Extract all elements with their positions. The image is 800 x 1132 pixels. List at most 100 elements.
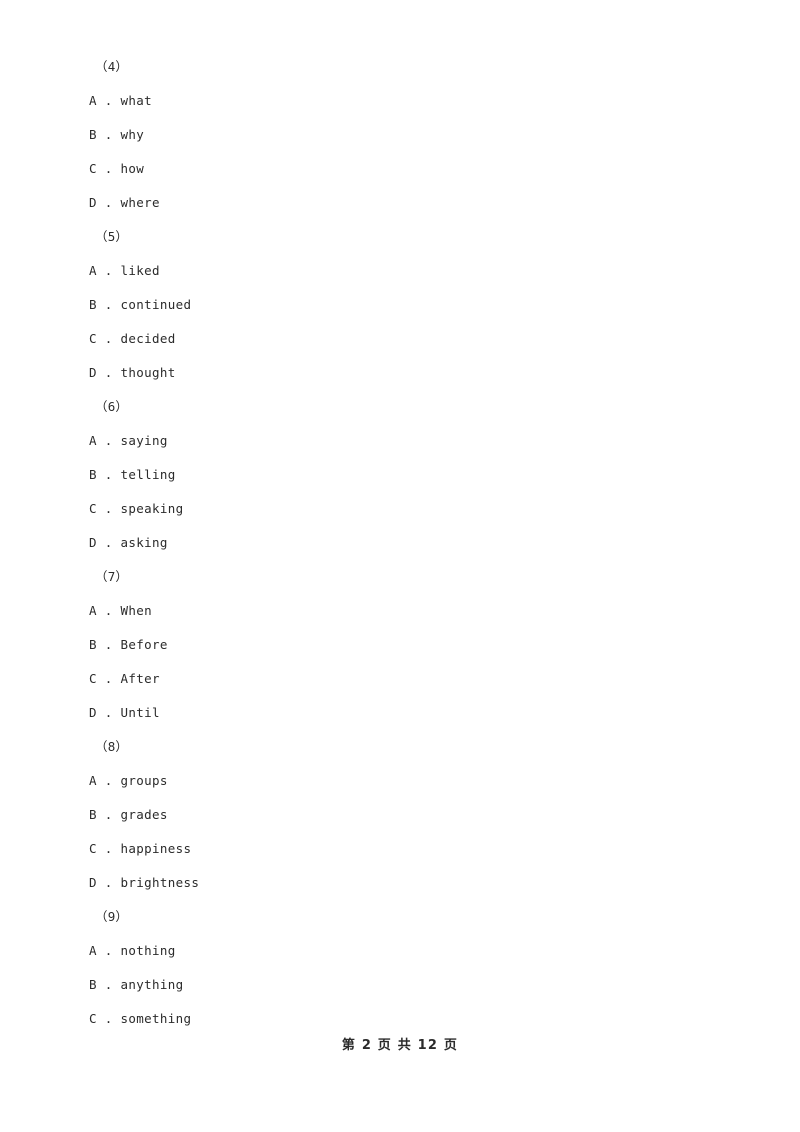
option-text: groups: [120, 773, 168, 788]
option-row[interactable]: A . When: [0, 594, 800, 628]
option-text: telling: [120, 467, 176, 482]
option-separator: .: [96, 297, 121, 312]
option-letter: D: [89, 195, 97, 210]
option-letter: C: [89, 161, 97, 176]
option-letter: D: [89, 875, 97, 890]
option-text: Before: [120, 637, 168, 652]
option-letter: B: [89, 977, 97, 992]
question-number: （5）: [95, 229, 129, 244]
question-list: （4） A . what B . why C . how D . where （5） A .…: [0, 50, 800, 1036]
option-text: nothing: [120, 943, 176, 958]
option-letter: B: [89, 467, 97, 482]
option-letter: A: [89, 603, 97, 618]
option-row[interactable]: C . how: [0, 152, 800, 186]
option-letter: B: [89, 297, 97, 312]
option-separator: .: [96, 161, 121, 176]
document-page: （4） A . what B . why C . how D . where （5） A .…: [0, 0, 800, 1132]
option-separator: .: [96, 433, 121, 448]
option-text: grades: [120, 807, 168, 822]
question-block: （6） A . saying B . telling C . speaking D . …: [0, 390, 800, 560]
question-block: （7） A . When B . Before C . After D . Until: [0, 560, 800, 730]
option-row[interactable]: B . telling: [0, 458, 800, 492]
option-separator: .: [96, 841, 121, 856]
option-separator: .: [96, 603, 121, 618]
option-row[interactable]: D . Until: [0, 696, 800, 730]
option-text: why: [120, 127, 145, 142]
option-separator: .: [96, 501, 121, 516]
option-separator: .: [96, 671, 121, 686]
option-separator: .: [96, 705, 121, 720]
option-text: decided: [120, 331, 176, 346]
question-number: （7）: [95, 569, 129, 584]
option-text: asking: [120, 535, 168, 550]
option-row[interactable]: B . why: [0, 118, 800, 152]
option-row[interactable]: D . thought: [0, 356, 800, 390]
option-text: anything: [120, 977, 184, 992]
option-row[interactable]: D . where: [0, 186, 800, 220]
option-letter: C: [89, 671, 97, 686]
option-separator: .: [96, 943, 121, 958]
question-block: （5） A . liked B . continued C . decided D . …: [0, 220, 800, 390]
option-row[interactable]: A . nothing: [0, 934, 800, 968]
option-text: where: [120, 195, 160, 210]
option-letter: B: [89, 127, 97, 142]
option-letter: A: [89, 943, 97, 958]
option-row[interactable]: A . liked: [0, 254, 800, 288]
option-text: continued: [120, 297, 192, 312]
option-row[interactable]: D . brightness: [0, 866, 800, 900]
page-footer: 第 2 页 共 12 页: [341, 1038, 459, 1053]
option-letter: B: [89, 637, 97, 652]
option-letter: A: [89, 263, 97, 278]
option-row[interactable]: C . decided: [0, 322, 800, 356]
option-row[interactable]: C . After: [0, 662, 800, 696]
question-number: （9）: [95, 909, 129, 924]
option-row[interactable]: C . speaking: [0, 492, 800, 526]
option-separator: .: [96, 773, 121, 788]
option-row[interactable]: A . groups: [0, 764, 800, 798]
option-text: brightness: [120, 875, 200, 890]
option-text: what: [120, 93, 153, 108]
option-letter: C: [89, 1011, 97, 1026]
option-text: liked: [120, 263, 160, 278]
option-letter: D: [89, 535, 97, 550]
option-separator: .: [96, 331, 121, 346]
option-row[interactable]: B . continued: [0, 288, 800, 322]
option-row[interactable]: A . saying: [0, 424, 800, 458]
option-text: speaking: [120, 501, 184, 516]
question-block: （4） A . what B . why C . how D . where: [0, 50, 800, 220]
question-number: （6）: [95, 399, 129, 414]
option-separator: .: [96, 365, 121, 380]
option-row[interactable]: C . something: [0, 1002, 800, 1036]
option-separator: .: [96, 127, 121, 142]
option-text: thought: [120, 365, 176, 380]
option-separator: .: [96, 1011, 121, 1026]
option-text: saying: [120, 433, 168, 448]
option-letter: C: [89, 501, 97, 516]
option-text: When: [120, 603, 153, 618]
question-block: （8） A . groups B . grades C . happiness D . …: [0, 730, 800, 900]
option-row[interactable]: B . grades: [0, 798, 800, 832]
option-separator: .: [96, 875, 121, 890]
option-letter: A: [89, 773, 97, 788]
option-row[interactable]: D . asking: [0, 526, 800, 560]
question-number: （4）: [95, 59, 129, 74]
option-text: After: [120, 671, 160, 686]
option-row[interactable]: B . Before: [0, 628, 800, 662]
option-text: happiness: [120, 841, 192, 856]
option-row[interactable]: B . anything: [0, 968, 800, 1002]
option-letter: D: [89, 365, 97, 380]
option-separator: .: [96, 535, 121, 550]
question-number: （8）: [95, 739, 129, 754]
option-row[interactable]: A . what: [0, 84, 800, 118]
option-separator: .: [96, 93, 121, 108]
option-text: something: [120, 1011, 192, 1026]
option-separator: .: [96, 263, 121, 278]
option-separator: .: [96, 637, 121, 652]
option-letter: A: [89, 93, 97, 108]
option-separator: .: [96, 467, 121, 482]
question-block: （9） A . nothing B . anything C . something: [0, 900, 800, 1036]
option-letter: D: [89, 705, 97, 720]
option-separator: .: [96, 195, 121, 210]
option-letter: B: [89, 807, 97, 822]
option-row[interactable]: C . happiness: [0, 832, 800, 866]
